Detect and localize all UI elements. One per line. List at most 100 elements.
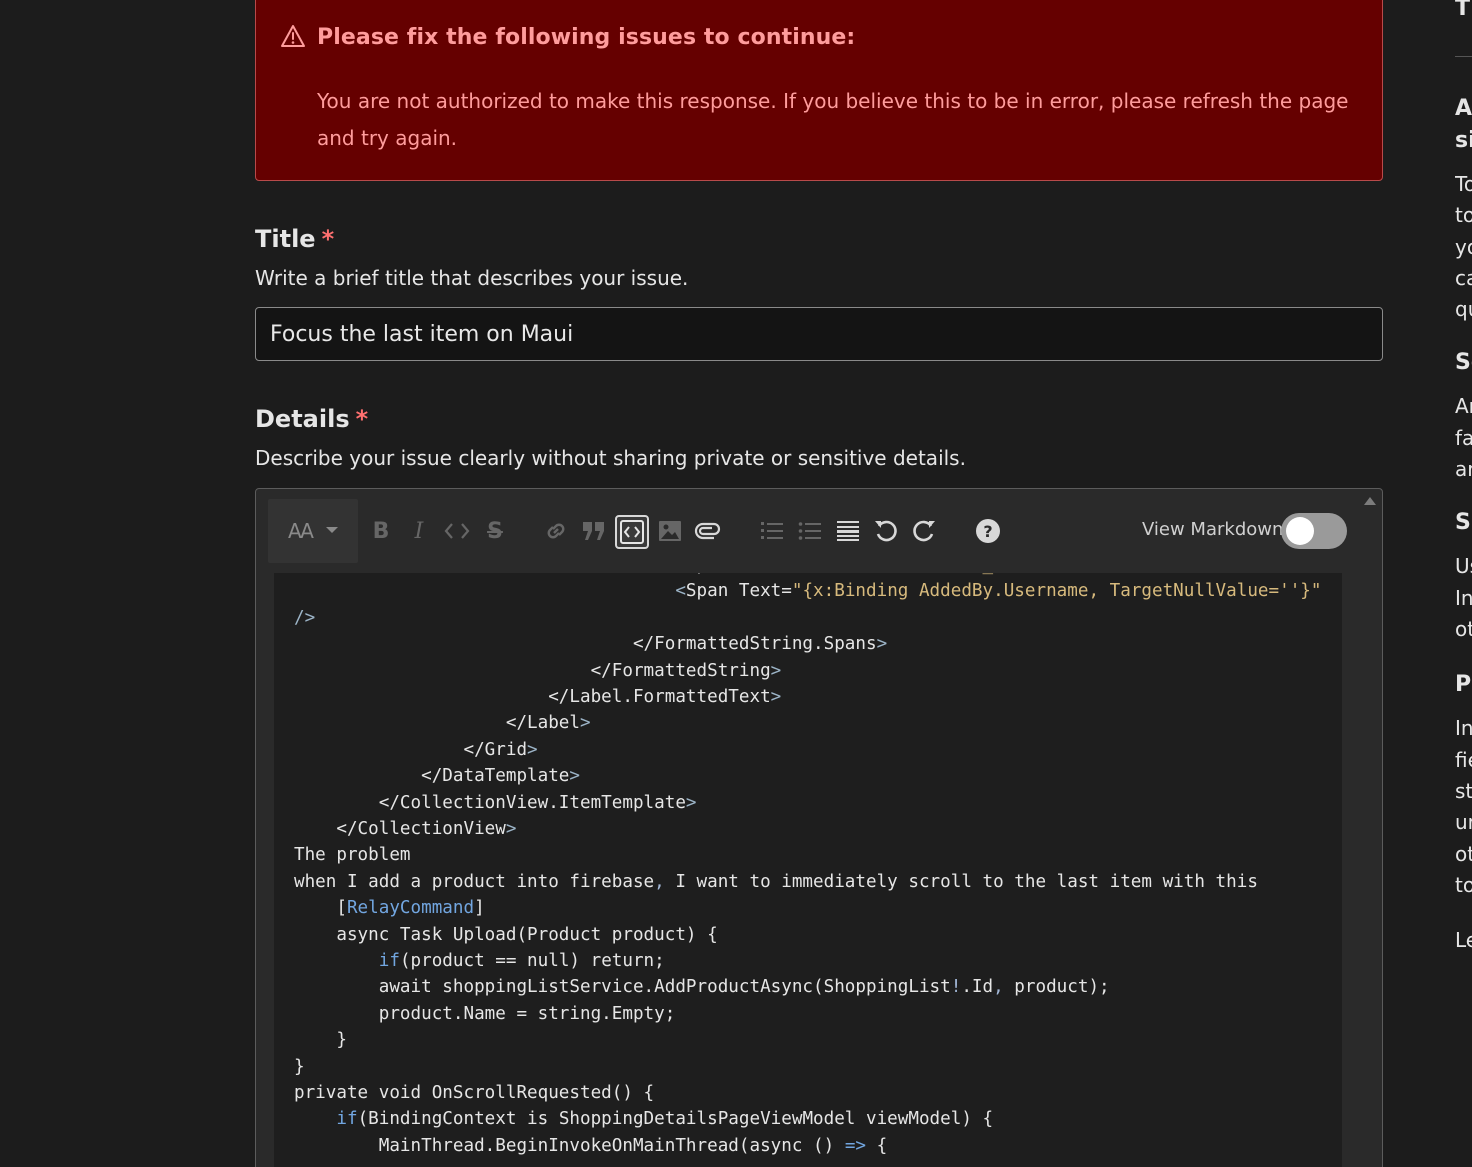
quote-icon [583, 522, 604, 540]
code-token: > [770, 687, 782, 707]
code-token: => [844, 1135, 866, 1156]
code-token: > [685, 792, 697, 813]
error-alert: Please fix the following issues to conti… [255, 0, 1383, 181]
heading-dropdown-button[interactable]: AA [268, 499, 358, 563]
code-token: </DataTemplate [294, 766, 570, 787]
code-line: The problem [294, 845, 411, 865]
code-token: MainThread.BeginInvokeOnMainThread(async… [294, 1135, 845, 1156]
details-label-text: Details [255, 405, 350, 433]
sidebar-text: st [1455, 779, 1472, 803]
redo-icon [913, 520, 935, 542]
link-button[interactable] [539, 499, 573, 563]
code-line: </FormattedString> [294, 660, 782, 681]
code-line: when I add a product into firebase, I wa… [294, 872, 1258, 892]
chevron-down-icon [325, 527, 338, 533]
warning-icon [281, 25, 305, 47]
code-token: if [378, 951, 400, 971]
help-button[interactable]: ? [971, 499, 1005, 563]
attachment-button[interactable] [691, 499, 725, 563]
code-token: </CollectionView [294, 819, 506, 839]
code-token: </CollectionView.ItemTemplate [294, 792, 686, 813]
code-token: product); [1003, 977, 1110, 998]
code-token: } [294, 1056, 305, 1077]
sidebar-text: ur [1455, 810, 1472, 834]
sidebar-heading: Pr [1455, 672, 1472, 697]
view-markdown-label: View Markdown [1142, 519, 1284, 540]
numbered-list-button[interactable] [755, 499, 789, 563]
code-token: Span Text= [686, 573, 792, 575]
strikethrough-button[interactable]: S [478, 499, 512, 563]
code-line: [RelayCommand] [294, 898, 484, 919]
code-token: > [569, 766, 580, 787]
bulleted-list-button[interactable] [793, 499, 827, 563]
code-token: await shoppingListService.AddProductAsyn… [294, 977, 951, 998]
code-line: </Label> [294, 713, 591, 733]
italic-button[interactable]: I [402, 499, 436, 563]
image-icon [659, 521, 681, 541]
required-marker: * [355, 405, 369, 433]
sidebar-text: to [1455, 203, 1472, 227]
code-token: "{x:Binding AddedBy.Username, TargetNull… [791, 581, 1322, 602]
code-line: } [294, 1057, 305, 1077]
code-token: </FormattedString [294, 660, 771, 681]
code-token: > [770, 660, 782, 681]
sidebar-heading: si [1455, 128, 1472, 153]
code-token: < [675, 581, 686, 602]
bold-button[interactable]: B [364, 499, 398, 563]
redo-button[interactable] [907, 499, 941, 563]
code-line: </CollectionView> [294, 819, 516, 839]
code-block-content[interactable]: < Span Text="{loc:Translate UI_Added}" />… [274, 573, 1342, 1167]
details-label: Details * [255, 405, 368, 433]
code-line: </Label.FormattedText> [294, 687, 781, 707]
inline-code-button[interactable] [440, 499, 474, 563]
code-line: await shoppingListService.AddProductAsyn… [294, 977, 1110, 997]
code-line: </Grid> [294, 740, 537, 760]
code-token: ! [950, 977, 962, 998]
code-token: , [654, 871, 665, 892]
toggle-knob [1286, 517, 1314, 545]
code-line: /> [294, 608, 315, 628]
italic-icon: I [414, 518, 424, 544]
sidebar-heading: A [1455, 96, 1472, 121]
code-token: /> [294, 607, 316, 628]
sidebar-text: qu [1455, 297, 1472, 321]
heading-label: AA [288, 519, 314, 543]
sidebar-text: fie [1455, 748, 1472, 772]
editor-toolbar: AA B I S ? View Markdown [268, 499, 1348, 563]
sidebar-heading: Su [1455, 510, 1472, 535]
required-marker: * [321, 225, 335, 253]
code-token: > [505, 819, 517, 839]
sidebar-text: Le [1455, 928, 1472, 952]
view-markdown-toggle[interactable] [1281, 513, 1347, 549]
details-editor[interactable]: AA B I S ? View Markdown <Span Text="{x:… [255, 488, 1383, 1167]
code-token: "{loc:Translate UI_Added}" [792, 573, 1067, 575]
undo-button[interactable] [869, 499, 903, 563]
attachment-icon [694, 522, 721, 540]
code-token: [ [294, 898, 347, 919]
sidebar-divider [1455, 56, 1472, 57]
horizontal-rule-button[interactable] [831, 499, 865, 563]
blockquote-button[interactable] [577, 499, 611, 563]
scroll-up-arrow[interactable] [1364, 497, 1376, 505]
svg-text:?: ? [983, 522, 992, 541]
help-icon: ? [976, 519, 1000, 543]
code-block-button[interactable] [615, 515, 649, 549]
code-token: private void OnScrollRequested() { [294, 1083, 655, 1103]
code-token: (BindingContext is ShoppingDetailsPageVi… [357, 1109, 994, 1130]
code-line: <Span Text="{x:Binding AddedBy.Username,… [294, 581, 1321, 601]
code-line: </FormattedString.Spans> [294, 634, 887, 654]
code-line: </DataTemplate> [294, 766, 580, 786]
strikethrough-icon: S [487, 518, 503, 544]
horizontal-rule-icon [837, 521, 859, 541]
sidebar-text: Us [1455, 554, 1472, 578]
sidebar-text: fa [1455, 426, 1472, 450]
title-input[interactable] [255, 307, 1383, 361]
code-token: , [993, 977, 1004, 998]
image-button[interactable] [653, 499, 687, 563]
code-token: product.Name = string.Empty; [294, 1003, 676, 1024]
sidebar-text: to [1455, 873, 1472, 897]
alert-message: You are not authorized to make this resp… [317, 89, 1349, 150]
